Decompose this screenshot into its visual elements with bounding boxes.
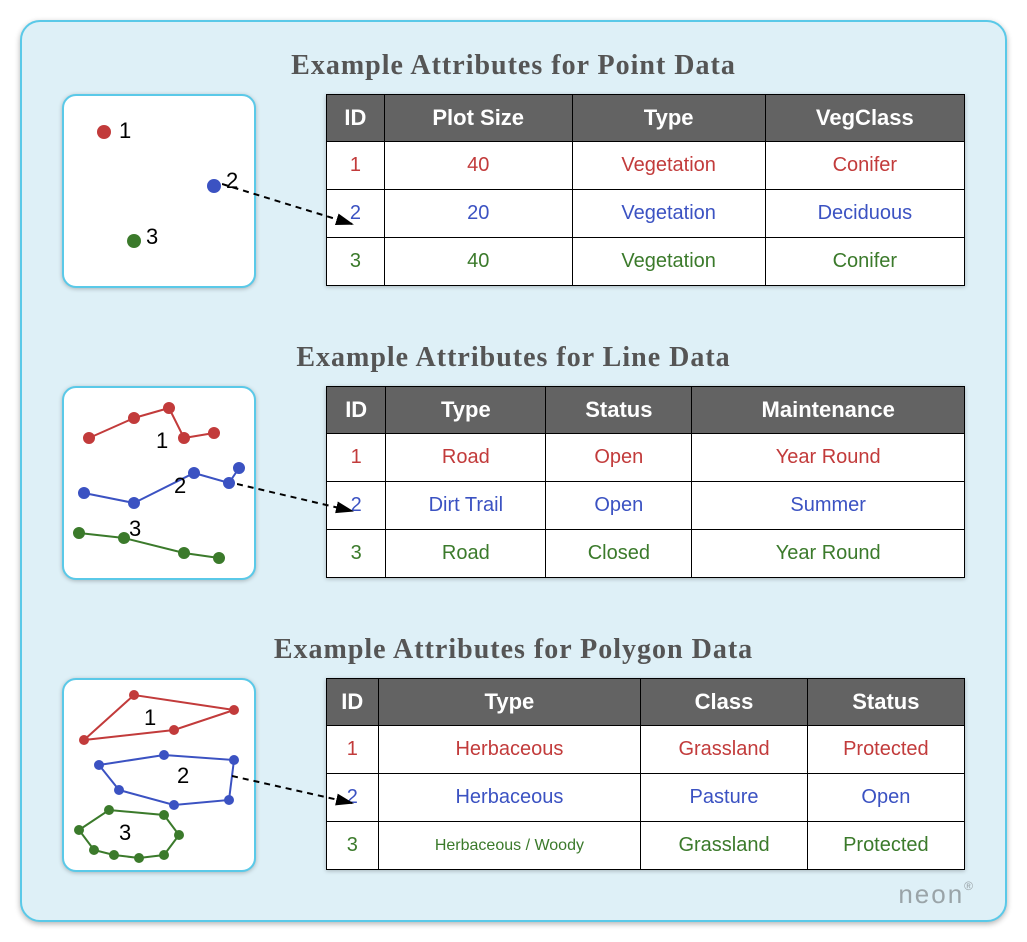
table-point: ID Plot Size Type VegClass 1 40 Vegetati…	[326, 94, 965, 286]
th: Type	[572, 95, 765, 142]
table-row: 2 20 Vegetation Deciduous	[327, 190, 965, 238]
th: Plot Size	[384, 95, 572, 142]
title-point: Example Attributes for Point Data	[62, 50, 965, 82]
table-line: ID Type Status Maintenance 1 Road Open Y…	[326, 386, 965, 578]
th: ID	[327, 679, 379, 726]
th: Maintenance	[692, 387, 965, 434]
table-row: 2 Dirt Trail Open Summer	[327, 482, 965, 530]
th: Type	[378, 679, 641, 726]
section-polygon: Example Attributes for Polygon Data	[62, 634, 965, 872]
table-row: 3 40 Vegetation Conifer	[327, 238, 965, 286]
poly-label-1: 1	[144, 705, 156, 731]
preview-line: 1 2 3	[62, 386, 256, 580]
th: Status	[807, 679, 964, 726]
table-row: 1 40 Vegetation Conifer	[327, 142, 965, 190]
table-row: 3 Herbaceous / Woody Grassland Protected	[327, 822, 965, 870]
diagram-frame: Example Attributes for Point Data 1 2 3 …	[20, 20, 1007, 922]
title-line: Example Attributes for Line Data	[62, 342, 965, 374]
preview-point: 1 2 3	[62, 94, 256, 288]
th: ID	[327, 95, 385, 142]
poly-label-2: 2	[177, 763, 189, 789]
table-row: 1 Road Open Year Round	[327, 434, 965, 482]
preview-polygon: 1 2 3	[62, 678, 256, 872]
table-row: 1 Herbaceous Grassland Protected	[327, 726, 965, 774]
title-polygon: Example Attributes for Polygon Data	[62, 634, 965, 666]
point-label-2: 2	[226, 168, 238, 194]
line-label-2: 2	[174, 473, 186, 499]
th: Status	[546, 387, 692, 434]
th: Class	[641, 679, 807, 726]
logo: neon®	[898, 879, 975, 910]
table-row: 2 Herbaceous Pasture Open	[327, 774, 965, 822]
point-label-3: 3	[146, 224, 158, 250]
line-label-3: 3	[129, 516, 141, 542]
table-polygon: ID Type Class Status 1 Herbaceous Grassl…	[326, 678, 965, 870]
th: ID	[327, 387, 386, 434]
section-line: Example Attributes for Line Data	[62, 342, 965, 580]
line-label-1: 1	[156, 428, 168, 454]
th: Type	[386, 387, 546, 434]
poly-label-3: 3	[119, 820, 131, 846]
th: VegClass	[765, 95, 964, 142]
section-point: Example Attributes for Point Data 1 2 3 …	[62, 50, 965, 288]
point-label-1: 1	[119, 118, 131, 144]
table-row: 3 Road Closed Year Round	[327, 530, 965, 578]
